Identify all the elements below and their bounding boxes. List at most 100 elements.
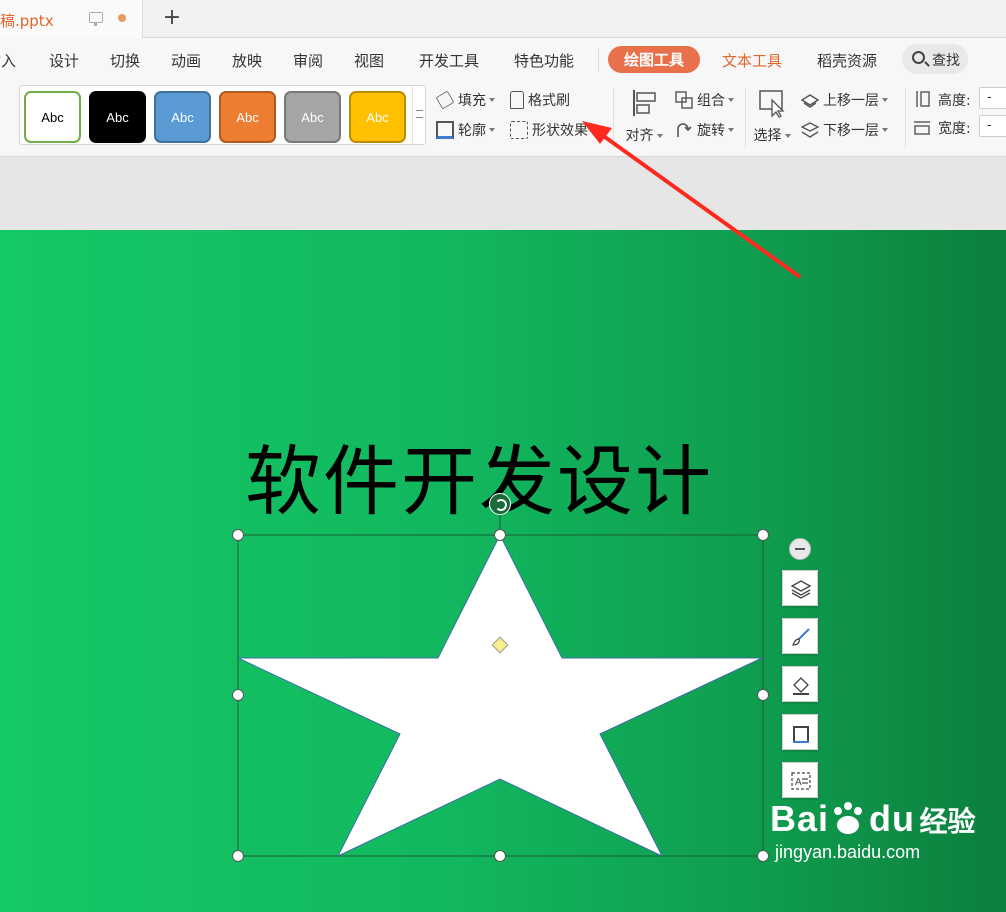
- style-preset-black[interactable]: Abc: [89, 91, 146, 143]
- rotate-handle-icon[interactable]: [489, 493, 511, 515]
- menu-bar: 插入 设计 切换 动画 放映 审阅 视图 开发工具 特色功能 绘图工具 文本工具…: [0, 38, 1006, 82]
- height-input[interactable]: -: [979, 87, 1006, 109]
- chevron-down-icon: [728, 128, 734, 132]
- resize-handle-bottom[interactable]: [494, 850, 506, 862]
- shape-effect-label: 形状效果: [532, 123, 588, 139]
- star-shape[interactable]: [237, 533, 763, 858]
- menu-separator: [598, 48, 599, 72]
- menu-transition[interactable]: 切换: [110, 50, 140, 71]
- ribbon-separator: [613, 88, 614, 148]
- collapse-toolbar-icon[interactable]: [789, 538, 811, 560]
- presentation-icon[interactable]: [89, 12, 103, 26]
- menu-special[interactable]: 特色功能: [514, 50, 574, 71]
- menu-animation[interactable]: 动画: [171, 50, 201, 71]
- send-backward-button[interactable]: 下移一层: [800, 120, 888, 142]
- rotate-button[interactable]: 旋转: [675, 120, 734, 142]
- shape-effect-icon: [510, 121, 528, 139]
- chevron-down-icon: [728, 98, 734, 102]
- quick-style-button[interactable]: [782, 618, 818, 654]
- select-button[interactable]: 选择: [750, 88, 794, 145]
- bring-forward-label: 上移一层: [823, 93, 879, 109]
- fill-label: 填充: [458, 93, 486, 109]
- brush-icon: [791, 628, 810, 646]
- document-tab-name: 稿.pptx: [0, 12, 54, 30]
- quick-outline-button[interactable]: [782, 714, 818, 750]
- fill-button[interactable]: 填充: [435, 90, 495, 112]
- width-icon: [913, 118, 931, 136]
- watermark-brand: Bai: [770, 798, 830, 839]
- menu-drawing-tools[interactable]: 绘图工具: [608, 46, 701, 73]
- menu-design[interactable]: 设计: [49, 50, 79, 71]
- resize-handle-bottom-right[interactable]: [757, 850, 769, 862]
- document-tab[interactable]: 稿.pptx: [0, 0, 143, 38]
- resize-handle-top-right[interactable]: [757, 529, 769, 541]
- slide-canvas[interactable]: 软件开发设计 A Bai du 经验 jingyan.baidu.com: [0, 230, 1006, 912]
- width-input[interactable]: -: [979, 115, 1006, 137]
- menu-slideshow[interactable]: 放映: [232, 50, 262, 71]
- align-button[interactable]: 对齐: [622, 88, 666, 145]
- group-button[interactable]: 组合: [675, 90, 734, 112]
- paint-bucket-icon: [435, 90, 455, 110]
- new-tab-plus-icon[interactable]: +: [160, 6, 184, 30]
- rotate-icon: [675, 121, 693, 139]
- style-preset-gray[interactable]: Abc: [284, 91, 341, 143]
- chevron-down-icon: [489, 98, 495, 102]
- height-icon: [913, 90, 931, 108]
- shape-style-gallery: Abc Abc Abc Abc Abc Abc: [19, 85, 426, 145]
- search-button[interactable]: 查找: [902, 44, 968, 74]
- style-preset-gold[interactable]: Abc: [349, 91, 406, 143]
- chevron-down-icon: [882, 98, 888, 102]
- ribbon-separator: [745, 88, 746, 148]
- send-backward-label: 下移一层: [823, 123, 879, 139]
- unsaved-dot-icon: [118, 14, 126, 22]
- width-control: [913, 118, 935, 140]
- fill-bucket-icon: [793, 677, 809, 695]
- watermark-brand-cn: 经验: [919, 805, 976, 838]
- menu-developer[interactable]: 开发工具: [419, 50, 479, 71]
- resize-handle-left[interactable]: [232, 689, 244, 701]
- svg-text:A: A: [795, 777, 802, 788]
- align-icon: [633, 90, 656, 116]
- text-box-icon: A: [791, 772, 811, 790]
- baidu-jingyan-watermark: Bai du 经验 jingyan.baidu.com: [770, 798, 975, 863]
- gallery-more-icon[interactable]: [412, 86, 426, 144]
- ribbon-toolbar: Abc Abc Abc Abc Abc Abc 填充 轮廓 格式刷 形状效果 对…: [0, 82, 1006, 157]
- bring-forward-icon: [800, 91, 820, 109]
- menu-text-tools[interactable]: 文本工具: [722, 50, 782, 71]
- resize-handle-right[interactable]: [757, 689, 769, 701]
- layers-icon: [791, 580, 811, 599]
- menu-view[interactable]: 视图: [354, 50, 384, 71]
- height-label: 高度:: [938, 93, 971, 109]
- style-preset-orange[interactable]: Abc: [219, 91, 276, 143]
- quick-text-button[interactable]: A: [782, 762, 818, 798]
- bring-forward-button[interactable]: 上移一层: [800, 90, 888, 112]
- align-label: 对齐: [625, 128, 654, 144]
- quick-layers-button[interactable]: [782, 570, 818, 606]
- shape-effect-button[interactable]: 形状效果: [510, 120, 597, 142]
- send-backward-icon: [800, 121, 820, 139]
- resize-handle-bottom-left[interactable]: [232, 850, 244, 862]
- format-painter-label: 格式刷: [528, 93, 570, 109]
- style-preset-white[interactable]: Abc: [24, 91, 81, 143]
- outline-frame-icon: [793, 726, 809, 743]
- resize-handle-top[interactable]: [494, 529, 506, 541]
- quick-fill-button[interactable]: [782, 666, 818, 702]
- paw-logo-icon: [834, 802, 863, 834]
- rotate-label: 旋转: [697, 123, 725, 139]
- chevron-down-icon: [489, 128, 495, 132]
- outline-label: 轮廓: [458, 123, 486, 139]
- style-preset-blue[interactable]: Abc: [154, 91, 211, 143]
- height-control: [913, 90, 935, 112]
- search-icon: [912, 51, 925, 64]
- resize-handle-top-left[interactable]: [232, 529, 244, 541]
- menu-insert[interactable]: 插入: [0, 50, 16, 71]
- format-painter-icon: [510, 91, 524, 109]
- chevron-down-icon: [656, 134, 663, 138]
- format-painter-button[interactable]: 格式刷: [510, 90, 570, 112]
- menu-review[interactable]: 审阅: [293, 50, 323, 71]
- select-cursor-icon: [759, 90, 785, 118]
- group-icon: [675, 91, 693, 109]
- outline-button[interactable]: 轮廓: [436, 120, 495, 142]
- menu-docer-resources[interactable]: 稻壳资源: [817, 50, 877, 71]
- watermark-brand-suffix: du: [869, 798, 916, 839]
